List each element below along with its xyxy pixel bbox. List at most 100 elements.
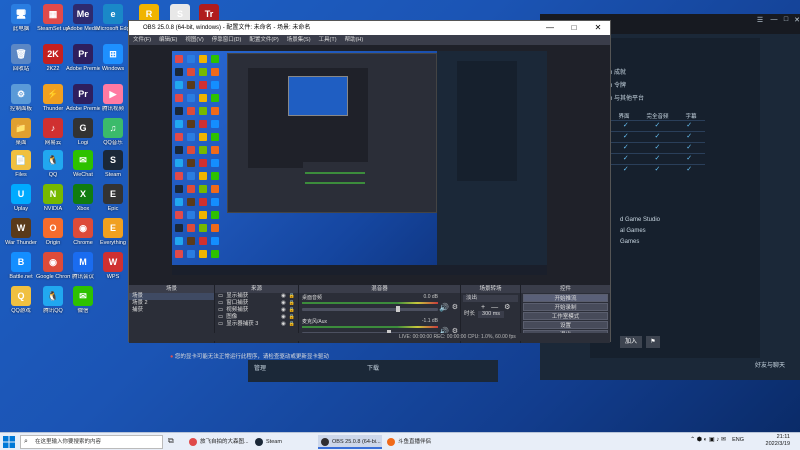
desktop-icon[interactable]: S Steam — [96, 150, 130, 179]
start-streaming-button[interactable]: 开始推流 — [523, 294, 608, 302]
desktop-icon[interactable]: 📄 Files — [4, 150, 38, 179]
desktop-icon[interactable]: ⊞ Windows — [96, 44, 130, 73]
desktop-icon[interactable]: N NVIDIA — [36, 184, 70, 213]
speaker-icon[interactable]: 🔊 — [439, 303, 449, 312]
start-recording-button[interactable]: 开始录制 — [523, 303, 608, 311]
obs-window[interactable]: OBS 25.0.8 (64-bit, windows) - 配置文件: 未命名… — [128, 20, 611, 343]
lock-icon[interactable]: 🔒 — [289, 307, 295, 314]
menu-item[interactable]: 工具(T) — [319, 35, 337, 45]
source-item[interactable]: ▭ 窗口捕获 ◉ 🔒 — [215, 300, 298, 307]
eye-icon[interactable]: ◉ — [281, 300, 286, 307]
desktop-icon[interactable]: Q QQ游戏 — [4, 286, 38, 315]
transition-select[interactable]: 淡出 — [463, 295, 518, 302]
clock[interactable]: 21:11 2022/3/19 — [746, 434, 790, 448]
scene-item[interactable]: 场景 — [129, 293, 214, 300]
steam-list-item[interactable]: Steam 成就 — [595, 67, 705, 80]
menu-item[interactable]: 配置文件(P) — [249, 35, 278, 45]
desktop-icon[interactable]: Pr Adobe Premiere — [66, 84, 100, 113]
windows-start-icon[interactable] — [2, 435, 16, 449]
source-item[interactable]: ▭ 显示捕获 ◉ 🔒 — [215, 293, 298, 300]
source-item[interactable]: ▭ 图像 ◉ 🔒 — [215, 314, 298, 321]
desktop-icon[interactable]: e Microsoft Edge — [96, 4, 130, 33]
desktop-icon[interactable]: 2K 2K22 — [36, 44, 70, 73]
lock-icon[interactable]: 🔒 — [289, 314, 295, 321]
downloads-button[interactable]: 下载 — [348, 363, 398, 372]
menu-item[interactable]: 编辑(E) — [159, 35, 177, 45]
menu-item[interactable]: 场景集(S) — [287, 35, 311, 45]
close-button[interactable]: ✕ — [586, 21, 610, 35]
eye-icon[interactable]: ◉ — [281, 314, 286, 321]
taskbar-app[interactable]: 斗鱼直播伴侣 — [384, 435, 448, 449]
desktop-icon[interactable]: ✉ 微信 — [66, 286, 100, 315]
settings-button[interactable]: 设置 — [523, 321, 608, 329]
manage-button[interactable]: 管理 — [254, 363, 266, 372]
menu-item[interactable]: 帮助(H) — [345, 35, 364, 45]
steam-minimize-button[interactable]: — — [768, 16, 780, 26]
desktop-icon[interactable]: M 腾讯会议 — [66, 252, 100, 281]
desktop-icon[interactable]: ◉ Google Chrome — [36, 252, 70, 281]
desktop-icon[interactable]: 🐧 QQ — [36, 150, 70, 179]
desktop-icon[interactable]: X Xbox — [66, 184, 100, 213]
scene-item[interactable]: 场景 2 — [129, 300, 214, 307]
taskbar-app[interactable]: 旅飞自拍的大森图... — [186, 435, 250, 449]
desktop-icon[interactable]: E Epic — [96, 184, 130, 213]
volume-knob[interactable] — [396, 306, 401, 312]
desktop-icon[interactable]: O Origin — [36, 218, 70, 247]
flag-icon[interactable]: ⚑ — [646, 336, 660, 348]
desktop-icon[interactable]: W War Thunder — [4, 218, 38, 247]
desktop-icon[interactable]: 🖥 此电脑 — [4, 4, 38, 33]
desktop-icon[interactable]: ⚡ Thunder — [36, 84, 70, 113]
desktop-icon[interactable]: G Logi — [66, 118, 100, 147]
steam-list-item[interactable]: 加入 — [595, 54, 705, 67]
language-indicator[interactable]: ENG — [732, 437, 744, 444]
source-item[interactable]: ▭ 视频捕获 ◉ 🔒 — [215, 307, 298, 314]
preview-area[interactable] — [129, 45, 610, 285]
steam-join-button[interactable]: 加入 — [620, 336, 642, 348]
source-item[interactable]: ▭ 显示器捕获 3 ◉ 🔒 — [215, 321, 298, 328]
desktop-icon[interactable]: ◉ Chrome — [66, 218, 100, 247]
taskbar-app[interactable]: Steam — [252, 435, 316, 449]
desktop-icon[interactable]: Me Adobe Media — [66, 4, 100, 33]
studio-mode-button[interactable]: 工作室模式 — [523, 312, 608, 320]
task-view-icon[interactable]: ⧉ — [168, 436, 174, 446]
desktop-icon[interactable]: 🐧 腾讯QQ — [36, 286, 70, 315]
scene-item[interactable]: 捕获 — [129, 307, 214, 314]
add-transition-button[interactable]: + — [481, 304, 485, 311]
volume-slider[interactable] — [302, 308, 438, 311]
eye-icon[interactable]: ◉ — [281, 321, 286, 328]
friends-chat-button[interactable]: 好友与聊天 — [755, 360, 785, 369]
tray-icons[interactable]: ⌃ ⬢ ◐ ▣ ♪ ✉ — [690, 437, 726, 444]
menu-item[interactable]: 视图(V) — [185, 35, 203, 45]
menu-item[interactable]: 停靠窗口(D) — [212, 35, 242, 45]
steam-close-button[interactable]: ✕ — [791, 16, 800, 26]
desktop-icon[interactable]: Pr Adobe Premiere — [66, 44, 100, 73]
desktop-icon[interactable]: ✉ WeChat — [66, 150, 100, 179]
remove-transition-button[interactable]: — — [491, 304, 498, 311]
desktop-icon[interactable]: 📁 桌面 — [4, 118, 38, 147]
duration-input[interactable]: 300 ms — [478, 311, 505, 318]
eye-icon[interactable]: ◉ — [281, 307, 286, 314]
desktop-icon[interactable]: B Battle.net — [4, 252, 38, 281]
lock-icon[interactable]: 🔒 — [289, 300, 295, 307]
desktop-icon[interactable]: 🗑 回收站 — [4, 44, 38, 73]
steam-list-item[interactable]: Steam 令牌 — [595, 80, 705, 93]
gear-icon[interactable]: ⚙ — [452, 303, 458, 311]
desktop-icon[interactable]: ♫ QQ音乐 — [96, 118, 130, 147]
taskbar-app[interactable]: OBS 25.0.8 (64-bi... — [318, 435, 382, 449]
steam-menu-icon[interactable]: ☰ — [754, 16, 766, 26]
steam-list-item[interactable]: Steam 与其他平台 — [595, 93, 705, 106]
lock-icon[interactable]: 🔒 — [289, 321, 295, 328]
taskbar-search-input[interactable]: ⌕ 在这里输入你要搜索的内容 — [20, 435, 163, 449]
maximize-button[interactable]: □ — [562, 21, 586, 35]
minimize-button[interactable]: — — [538, 21, 562, 35]
gear-icon[interactable]: ⚙ — [504, 304, 510, 311]
desktop-icon[interactable]: ♪ 网易云 — [36, 118, 70, 147]
desktop-icon[interactable]: U Uplay — [4, 184, 38, 213]
desktop-icon[interactable]: ▶ 腾讯视频 — [96, 84, 130, 113]
menu-item[interactable]: 文件(F) — [133, 35, 151, 45]
desktop-icon[interactable]: E Everything — [96, 218, 130, 247]
lock-icon[interactable]: 🔒 — [289, 293, 295, 300]
desktop-icon[interactable]: ▦ SteamSet up — [36, 4, 70, 33]
eye-icon[interactable]: ◉ — [281, 293, 286, 300]
desktop-icon[interactable]: W WPS — [96, 252, 130, 281]
